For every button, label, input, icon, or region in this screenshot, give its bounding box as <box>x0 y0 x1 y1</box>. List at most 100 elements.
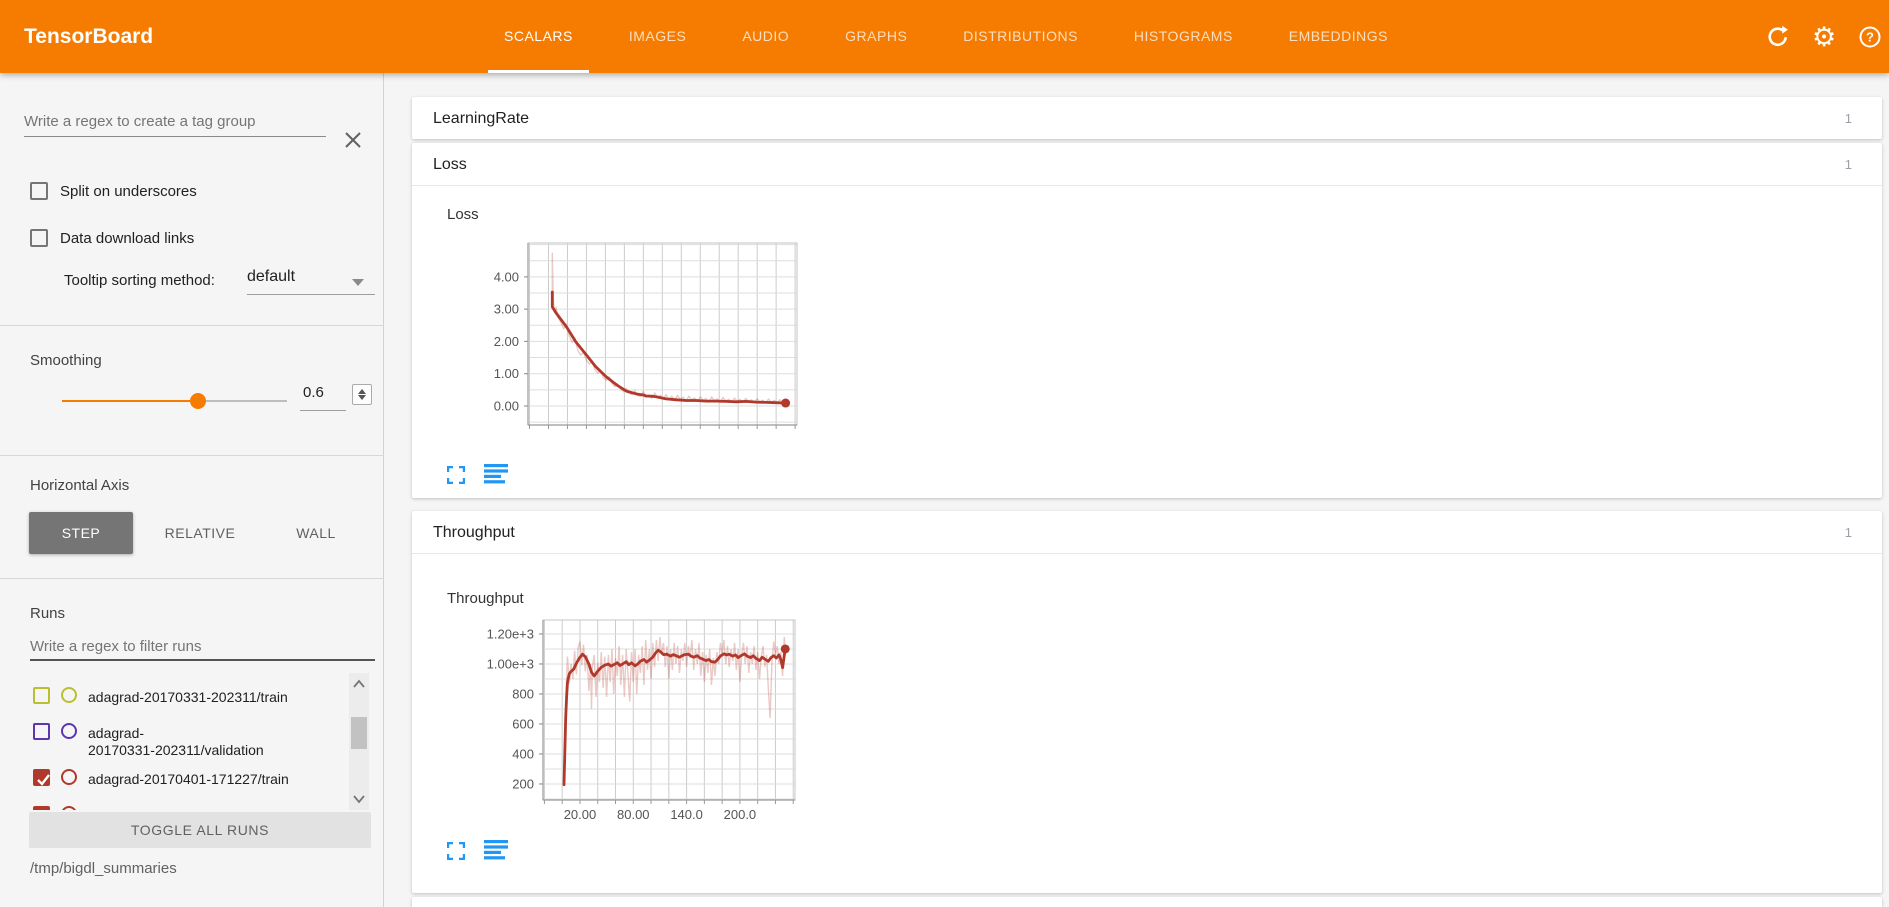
runs-label: Runs <box>30 605 65 622</box>
refresh-icon[interactable] <box>1766 25 1790 49</box>
dropdown-underline <box>247 294 375 295</box>
section-count-badge: 1 <box>1845 511 1852 554</box>
app-logo: TensorBoard <box>24 0 153 73</box>
run-label: adagrad-20170401-171227/validation <box>88 806 321 810</box>
stepper-down-icon[interactable] <box>358 395 366 400</box>
svg-text:?: ? <box>1866 29 1874 44</box>
run-label: adagrad-20170401-171227/train <box>88 769 289 788</box>
chevron-down-icon[interactable] <box>352 279 364 286</box>
divider <box>0 325 384 326</box>
svg-text:200: 200 <box>512 776 534 791</box>
tab-audio[interactable]: AUDIO <box>726 0 805 73</box>
run-checkbox[interactable] <box>33 687 50 704</box>
axis-wall-button[interactable]: WALL <box>264 512 368 554</box>
tensorboard-app: TensorBoard SCALARS IMAGES AUDIO GRAPHS … <box>0 0 1889 907</box>
svg-text:4.00: 4.00 <box>494 269 519 284</box>
svg-text:1.20e+3: 1.20e+3 <box>487 626 534 641</box>
svg-text:140.0: 140.0 <box>670 807 703 822</box>
section-count-badge: 1 <box>1845 97 1852 140</box>
svg-text:800: 800 <box>512 686 534 701</box>
tab-histograms[interactable]: HISTOGRAMS <box>1118 0 1249 73</box>
run-list-scrollbar[interactable] <box>349 673 369 810</box>
close-icon[interactable] <box>342 129 364 151</box>
run-label: adagrad-20170331-202311/train <box>88 687 288 706</box>
run-checkbox-checked[interactable] <box>33 769 50 786</box>
section-title: LearningRate <box>433 97 529 140</box>
sidebar: Split on underscores Data download links… <box>0 73 384 907</box>
run-list: adagrad-20170331-202311/train adagrad-20… <box>0 673 384 810</box>
stepper-up-icon[interactable] <box>358 389 366 394</box>
svg-text:400: 400 <box>512 746 534 761</box>
smoothing-value-input[interactable] <box>303 384 345 401</box>
svg-text:3.00: 3.00 <box>494 302 519 317</box>
svg-text:1.00: 1.00 <box>494 366 519 381</box>
svg-text:1.00e+3: 1.00e+3 <box>487 656 534 671</box>
fullscreen-icon[interactable] <box>447 842 465 865</box>
run-color-circle <box>61 723 77 739</box>
loss-chart[interactable]: 0.00 1.00 2.00 3.00 4.00 <box>450 235 810 440</box>
scrollbar-thumb[interactable] <box>351 717 367 749</box>
app-header: TensorBoard SCALARS IMAGES AUDIO GRAPHS … <box>0 0 1889 73</box>
settings-gear-icon[interactable]: ⚙ <box>1812 25 1836 49</box>
split-underscores-checkbox[interactable] <box>30 182 48 200</box>
data-download-checkbox[interactable] <box>30 229 48 247</box>
split-underscores-row: Split on underscores <box>30 181 197 201</box>
axis-step-button[interactable]: STEP <box>29 512 133 554</box>
tab-distributions[interactable]: DISTRIBUTIONS <box>947 0 1094 73</box>
tooltip-sorting-label: Tooltip sorting method: <box>64 272 215 289</box>
svg-text:80.00: 80.00 <box>617 807 650 822</box>
data-download-row: Data download links <box>30 228 194 248</box>
section-card-learningrate: LearningRate 1 <box>412 97 1882 139</box>
slider-track-filled[interactable] <box>62 400 197 402</box>
throughput-chart[interactable]: 200 400 600 800 1.00e+3 1.20e+3 20.00 80.00 140.… <box>455 612 815 827</box>
section-header-throughput[interactable]: Throughput 1 <box>412 511 1882 554</box>
fullscreen-icon[interactable] <box>447 466 465 489</box>
run-color-circle <box>61 687 77 703</box>
section-header-loss[interactable]: Loss 1 <box>412 143 1882 186</box>
smoothing-label: Smoothing <box>30 352 102 369</box>
svg-text:0.00: 0.00 <box>494 398 519 413</box>
nav-tabs: SCALARS IMAGES AUDIO GRAPHS DISTRIBUTION… <box>488 0 1404 73</box>
smoothing-value-underline <box>300 410 346 411</box>
run-row[interactable]: adagrad-20170331-202311/validation <box>33 723 264 759</box>
run-label: adagrad-20170331-202311/validation <box>88 723 264 759</box>
svg-text:20.00: 20.00 <box>564 807 597 822</box>
svg-text:600: 600 <box>512 716 534 731</box>
tab-embeddings[interactable]: EMBEDDINGS <box>1273 0 1404 73</box>
run-checkbox[interactable] <box>33 723 50 740</box>
horizontal-axis-label: Horizontal Axis <box>30 477 129 494</box>
section-header-learningrate[interactable]: LearningRate 1 <box>412 97 1882 140</box>
tab-graphs[interactable]: GRAPHS <box>829 0 923 73</box>
section-count-badge: 1 <box>1845 143 1852 186</box>
run-selector-icon[interactable] <box>484 464 508 489</box>
smoothing-stepper[interactable] <box>352 384 372 405</box>
section-title: Loss <box>433 143 467 186</box>
split-underscores-label: Split on underscores <box>60 183 197 200</box>
header-actions: ⚙ ? <box>1766 0 1882 73</box>
run-selector-icon[interactable] <box>484 840 508 865</box>
help-icon[interactable]: ? <box>1858 25 1882 49</box>
run-filter-input[interactable] <box>30 633 375 661</box>
axis-relative-button[interactable]: RELATIVE <box>148 512 252 554</box>
logdir-path: /tmp/bigdl_summaries <box>30 860 177 877</box>
run-checkbox-checked[interactable] <box>33 806 50 810</box>
run-color-circle <box>61 769 77 785</box>
run-color-circle <box>61 806 77 810</box>
divider <box>0 578 384 579</box>
run-row[interactable]: adagrad-20170401-171227/train <box>33 769 289 788</box>
smoothing-slider-knob[interactable] <box>190 393 206 409</box>
section-title: Throughput <box>433 511 515 554</box>
svg-text:2.00: 2.00 <box>494 334 519 349</box>
section-card-partial <box>412 897 1882 907</box>
run-row-clipped[interactable]: adagrad-20170401-171227/validation <box>33 806 321 810</box>
tag-regex-input[interactable] <box>24 107 326 137</box>
tab-scalars[interactable]: SCALARS <box>488 0 589 73</box>
tab-images[interactable]: IMAGES <box>613 0 702 73</box>
divider <box>0 455 384 456</box>
svg-text:200.0: 200.0 <box>724 807 757 822</box>
run-row[interactable]: adagrad-20170331-202311/train <box>33 687 288 706</box>
tooltip-sorting-select[interactable]: default <box>247 268 295 286</box>
data-download-label: Data download links <box>60 230 194 247</box>
toggle-all-runs-button[interactable]: TOGGLE ALL RUNS <box>29 812 371 848</box>
slider-track-empty[interactable] <box>197 400 287 402</box>
